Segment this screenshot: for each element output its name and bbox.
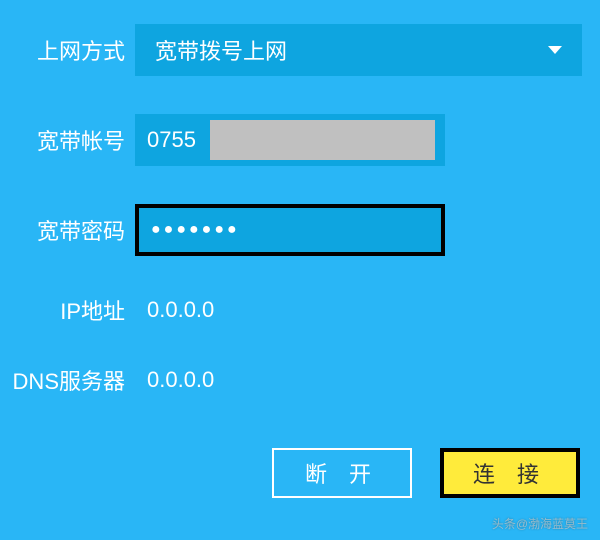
password-input[interactable]: ●●●●●●● [135,204,445,256]
button-row: 断 开 连 接 [272,448,580,498]
password-row: 宽带密码 ●●●●●●● [0,204,600,256]
ip-value: 0.0.0.0 [135,297,214,323]
account-row: 宽带帐号 0755 [0,114,600,166]
ip-label: IP地址 [0,294,135,326]
connection-type-value: 宽带拨号上网 [155,34,287,66]
dns-label: DNS服务器 [0,364,135,396]
dns-value: 0.0.0.0 [135,367,214,393]
disconnect-button[interactable]: 断 开 [272,448,412,498]
connection-type-select[interactable]: 宽带拨号上网 [135,24,582,76]
connection-type-row: 上网方式 宽带拨号上网 [0,0,600,76]
account-mask [210,120,435,160]
connect-button[interactable]: 连 接 [440,448,580,498]
password-label: 宽带密码 [0,214,135,246]
account-prefix: 0755 [147,127,196,153]
connection-type-label: 上网方式 [0,34,135,66]
watermark-text: 头条@渤海蓝莫王 [492,515,588,532]
account-label: 宽带帐号 [0,124,135,156]
ip-row: IP地址 0.0.0.0 [0,294,600,326]
chevron-down-icon [548,46,562,54]
account-input[interactable]: 0755 [135,114,445,166]
dns-row: DNS服务器 0.0.0.0 [0,364,600,396]
password-dots: ●●●●●●● [151,221,240,239]
